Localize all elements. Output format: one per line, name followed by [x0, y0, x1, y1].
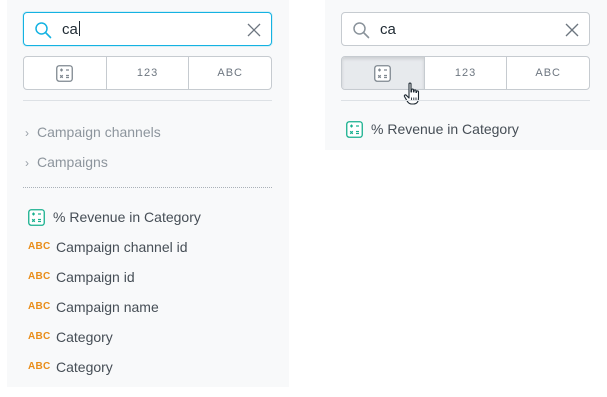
filter-text-button[interactable]: ABC: [188, 57, 271, 89]
field-label: Category: [56, 359, 113, 375]
clear-icon[interactable]: [565, 23, 579, 37]
search-input[interactable]: ca: [23, 12, 272, 46]
search-icon: [353, 22, 370, 39]
folder-label: Campaign channels: [37, 124, 161, 140]
field-label: Campaign name: [56, 299, 159, 315]
list-item[interactable]: ABC Category: [28, 328, 113, 346]
filter-numbers-button[interactable]: 123: [423, 57, 507, 89]
dotted-divider: [23, 187, 272, 188]
folder-label: Campaigns: [37, 154, 108, 170]
search-input[interactable]: ca: [341, 12, 590, 46]
filter-metrics-button[interactable]: [24, 57, 106, 89]
calculator-icon: [346, 120, 363, 138]
list-item[interactable]: ABC Category: [28, 358, 113, 376]
list-item[interactable]: ABC Campaign name: [28, 298, 159, 316]
type-filter-group: 123 ABC: [23, 56, 272, 90]
list-item[interactable]: ABC Campaign channel id: [28, 238, 188, 256]
field-label: % Revenue in Category: [53, 209, 201, 225]
abc-icon: ABC: [28, 361, 51, 372]
field-label: Category: [56, 329, 113, 345]
field-label: Campaign id: [56, 269, 135, 285]
type-filter-group: 123 ABC: [341, 56, 590, 90]
calculator-icon: [28, 208, 45, 226]
chevron-right-icon: ›: [25, 126, 29, 140]
text-caret: [78, 21, 80, 36]
field-label: % Revenue in Category: [371, 121, 519, 137]
list-item[interactable]: ABC Campaign id: [28, 268, 135, 286]
chevron-right-icon: ›: [25, 156, 29, 170]
abc-icon: ABC: [28, 331, 51, 342]
left-catalog-panel: ca 123 ABC › Campaign channels › Campaigns: [7, 0, 289, 387]
calculator-icon: [374, 64, 392, 82]
abc-icon: ABC: [28, 241, 51, 252]
list-item[interactable]: % Revenue in Category: [346, 120, 519, 138]
abc-icon: ABC: [28, 271, 51, 282]
right-catalog-panel: ca 123 ABC % Revenue in Category: [325, 0, 607, 150]
clear-icon[interactable]: [247, 23, 261, 37]
search-input-value[interactable]: ca: [62, 21, 80, 38]
folder-item-campaigns[interactable]: › Campaigns: [25, 153, 108, 172]
calculator-icon: [56, 64, 74, 82]
filter-numbers-button[interactable]: 123: [105, 57, 189, 89]
search-input-value[interactable]: ca: [380, 21, 396, 38]
divider: [23, 100, 272, 101]
filter-text-button[interactable]: ABC: [506, 57, 589, 89]
divider: [341, 100, 590, 101]
list-item[interactable]: % Revenue in Category: [28, 208, 201, 226]
search-icon: [35, 22, 52, 39]
field-label: Campaign channel id: [56, 239, 188, 255]
hand-cursor-icon: [403, 82, 420, 105]
abc-icon: ABC: [28, 301, 51, 312]
folder-item-campaign-channels[interactable]: › Campaign channels: [25, 123, 161, 142]
